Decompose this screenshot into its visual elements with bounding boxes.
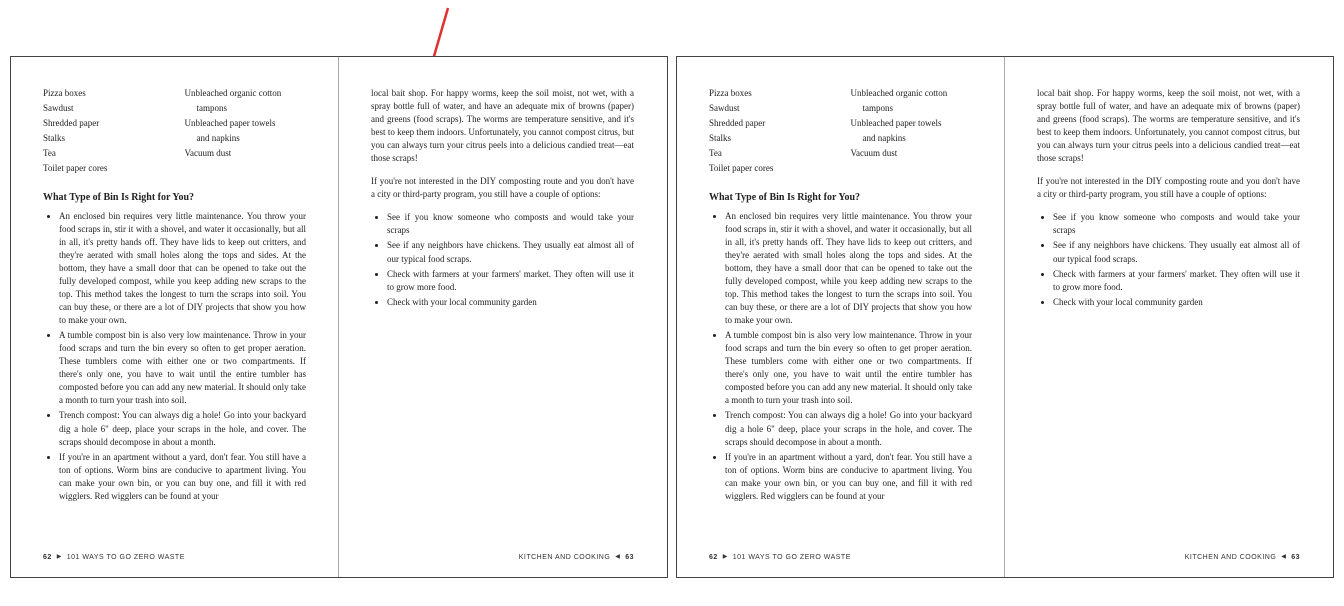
material-item: Sawdust xyxy=(709,102,831,115)
material-item: Sawdust xyxy=(43,102,165,115)
options-list: See if you know someone who composts and… xyxy=(371,211,634,308)
materials-col-1: Pizza boxes Sawdust Shredded paper Stalks Te… xyxy=(709,87,831,177)
list-item: If you're in an apartment without a yard… xyxy=(59,451,306,503)
material-item: Unbleached paper towels xyxy=(185,117,307,130)
material-item: Shredded paper xyxy=(43,117,165,130)
material-item: Unbleached paper towels xyxy=(851,117,973,130)
list-item: See if you know someone who composts and… xyxy=(387,211,634,237)
continuation-paragraph: local bait shop. For happy worms, keep t… xyxy=(371,87,634,165)
material-item: Pizza boxes xyxy=(709,87,831,100)
page-62-b: Pizza boxes Sawdust Shredded paper Stalks Te… xyxy=(677,57,1004,577)
materials-col-1: Pizza boxes Sawdust Shredded paper Stalks Te… xyxy=(43,87,165,177)
list-item: Trench compost: You can always dig a hol… xyxy=(59,409,306,448)
options-intro: If you're not interested in the DIY comp… xyxy=(1037,175,1300,201)
list-item: Check with your local community garden xyxy=(387,296,634,309)
material-item: and napkins xyxy=(185,132,307,145)
bin-type-list: An enclosed bin requires very little mai… xyxy=(43,210,306,503)
material-item: tampons xyxy=(185,102,307,115)
material-item: Unbleached organic cotton xyxy=(851,87,973,100)
list-item: A tumble compost bin is also very low ma… xyxy=(725,329,972,407)
list-item: Check with your local community garden xyxy=(1053,296,1300,309)
material-item: Tea xyxy=(43,147,165,160)
page-62-a: Pizza boxes Sawdust Shredded paper Stalks Te… xyxy=(11,57,338,577)
material-item: and napkins xyxy=(851,132,973,145)
materials-col-2: Unbleached organic cotton tampons Unbleach… xyxy=(851,87,973,177)
material-item: Vacuum dust xyxy=(851,147,973,160)
bin-type-list: An enclosed bin requires very little mai… xyxy=(709,210,972,503)
list-item: Trench compost: You can always dig a hol… xyxy=(725,409,972,448)
options-intro: If you're not interested in the DIY comp… xyxy=(371,175,634,201)
material-item: Vacuum dust xyxy=(185,147,307,160)
page-63-b: local bait shop. For happy worms, keep t… xyxy=(1005,57,1332,577)
material-item: Shredded paper xyxy=(709,117,831,130)
material-item: Pizza boxes xyxy=(43,87,165,100)
material-item: Tea xyxy=(709,147,831,160)
list-item: A tumble compost bin is also very low ma… xyxy=(59,329,306,407)
list-item: Check with farmers at your farmers' mark… xyxy=(387,268,634,294)
list-item: An enclosed bin requires very little mai… xyxy=(725,210,972,327)
material-item: tampons xyxy=(851,102,973,115)
material-item: Toilet paper cores xyxy=(43,162,165,175)
list-item: Check with farmers at your farmers' mark… xyxy=(1053,268,1300,294)
materials-list: Pizza boxes Sawdust Shredded paper Stalks Te… xyxy=(709,87,972,177)
book-spread-1: Pizza boxes Sawdust Shredded paper Stalks Te… xyxy=(10,56,668,578)
page-footer-right: KITCHEN AND COOKING ◀ 63 xyxy=(1185,553,1300,563)
options-list: See if you know someone who composts and… xyxy=(1037,211,1300,308)
continuation-paragraph: local bait shop. For happy worms, keep t… xyxy=(1037,87,1300,165)
section-heading: What Type of Bin Is Right for You? xyxy=(709,191,972,206)
material-item: Stalks xyxy=(709,132,831,145)
book-spread-2: Pizza boxes Sawdust Shredded paper Stalks Te… xyxy=(676,56,1334,578)
materials-list: Pizza boxes Sawdust Shredded paper Stalks Te… xyxy=(43,87,306,177)
section-heading: What Type of Bin Is Right for You? xyxy=(43,191,306,206)
list-item: An enclosed bin requires very little mai… xyxy=(59,210,306,327)
material-item: Stalks xyxy=(43,132,165,145)
list-item: See if you know someone who composts and… xyxy=(1053,211,1300,237)
page-footer-right: KITCHEN AND COOKING ◀ 63 xyxy=(519,553,634,563)
list-item: See if any neighbors have chickens. They… xyxy=(1053,239,1300,265)
page-63-a: local bait shop. For happy worms, keep t… xyxy=(339,57,666,577)
material-item: Unbleached organic cotton xyxy=(185,87,307,100)
materials-col-2: Unbleached organic cotton tampons Unbleach… xyxy=(185,87,307,177)
material-item: Toilet paper cores xyxy=(709,162,831,175)
list-item: If you're in an apartment without a yard… xyxy=(725,451,972,503)
list-item: See if any neighbors have chickens. They… xyxy=(387,239,634,265)
page-footer-left: 62 ▶ 101 WAYS TO GO ZERO WASTE xyxy=(709,553,851,563)
page-footer-left: 62 ▶ 101 WAYS TO GO ZERO WASTE xyxy=(43,553,185,563)
